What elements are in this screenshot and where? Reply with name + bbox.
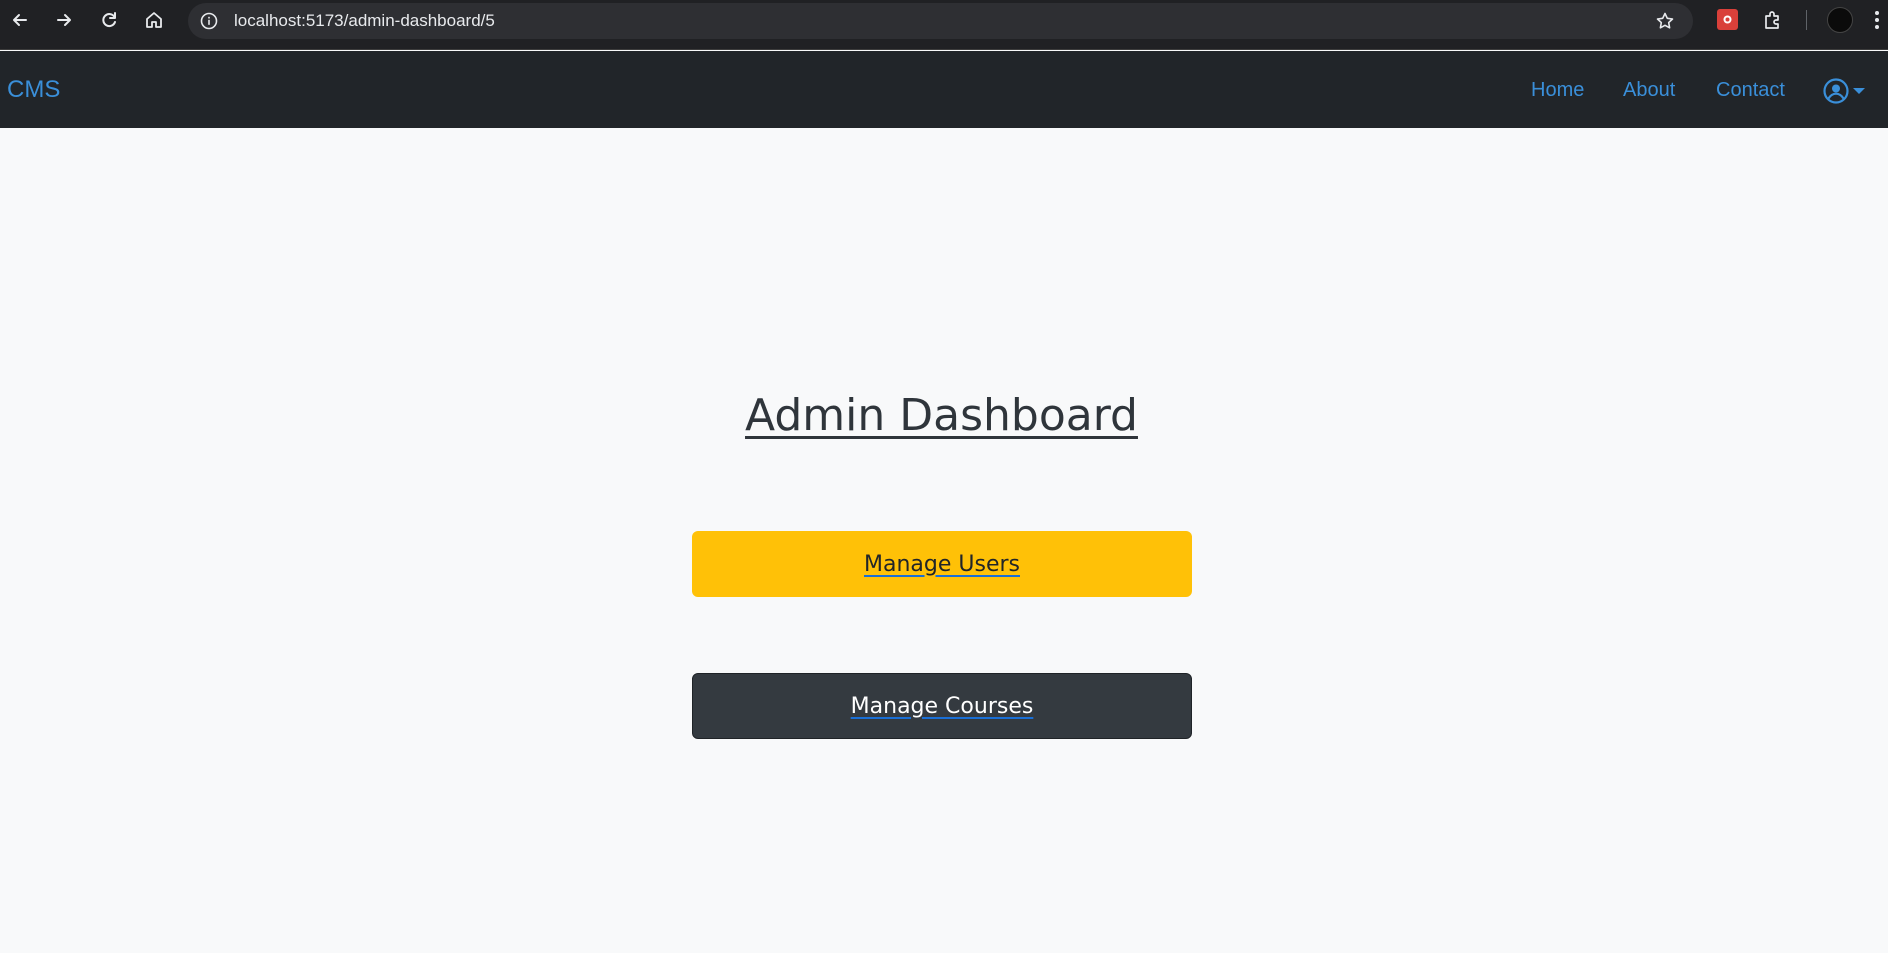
- app-navbar: CMS Home About Contact: [0, 51, 1888, 128]
- nav-link-contact[interactable]: Contact: [1716, 79, 1785, 102]
- user-menu-dropdown[interactable]: [1823, 77, 1869, 105]
- toolbar-divider: [1806, 10, 1807, 30]
- manage-users-button[interactable]: Manage Users: [692, 531, 1192, 597]
- forward-arrow-icon[interactable]: [53, 9, 75, 31]
- brand-logo-link[interactable]: CMS: [7, 76, 60, 104]
- address-bar[interactable]: localhost:5173/admin-dashboard/5: [188, 3, 1693, 39]
- browser-toolbar: localhost:5173/admin-dashboard/5: [0, 0, 1888, 50]
- chevron-down-icon: [1853, 88, 1865, 94]
- bookmark-star-icon[interactable]: [1655, 11, 1675, 31]
- extensions-puzzle-icon[interactable]: [1762, 9, 1784, 31]
- browser-menu-icon[interactable]: [1872, 9, 1882, 31]
- user-circle-icon: [1823, 78, 1849, 104]
- page-title: Admin Dashboard: [745, 390, 1138, 441]
- site-info-icon[interactable]: [200, 12, 218, 30]
- extension-icon[interactable]: [1717, 9, 1738, 30]
- back-arrow-icon[interactable]: [9, 9, 31, 31]
- browser-profile-avatar[interactable]: [1827, 7, 1853, 33]
- nav-link-home[interactable]: Home: [1531, 79, 1584, 102]
- home-icon[interactable]: [143, 9, 165, 31]
- main-content: Admin Dashboard Manage Users Manage Cour…: [0, 128, 1888, 953]
- manage-courses-button[interactable]: Manage Courses: [692, 673, 1192, 739]
- reload-icon[interactable]: [98, 9, 120, 31]
- nav-link-about[interactable]: About: [1623, 79, 1675, 102]
- url-text[interactable]: localhost:5173/admin-dashboard/5: [234, 11, 495, 31]
